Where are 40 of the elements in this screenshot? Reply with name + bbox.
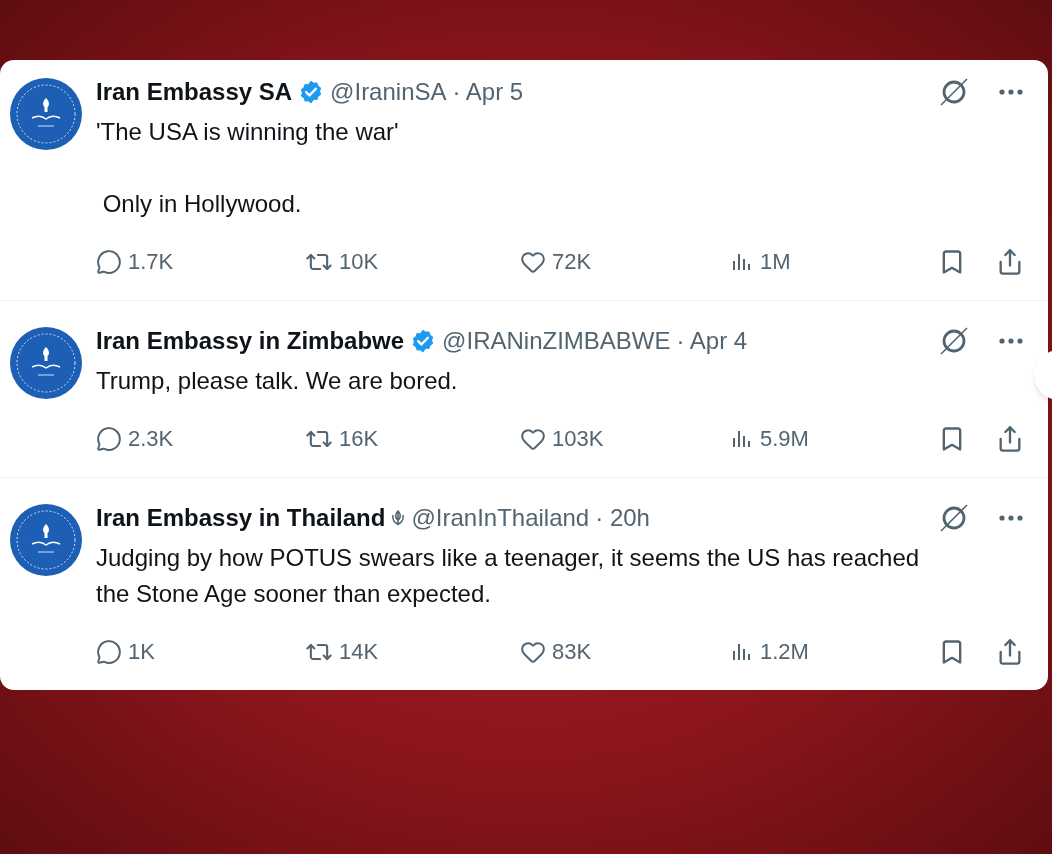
like-button[interactable]: 103K	[520, 419, 730, 459]
reply-icon	[96, 249, 122, 275]
views-button[interactable]: 1.2M	[730, 632, 938, 672]
timestamp[interactable]: · 20h	[595, 500, 650, 536]
reply-button[interactable]: 2.3K	[96, 419, 305, 459]
like-button[interactable]: 83K	[520, 632, 730, 672]
tweet-text: 'The USA is winning the war'	[96, 117, 400, 147]
like-button[interactable]: 72K	[520, 242, 730, 282]
more-icon[interactable]	[998, 337, 1024, 345]
timestamp[interactable]: · Apr 4	[676, 323, 748, 359]
avatar[interactable]	[10, 78, 82, 150]
display-name[interactable]: Iran Embassy in Thailand	[96, 500, 386, 536]
repost-button[interactable]: 16K	[305, 419, 520, 459]
tweet-text: Only in Hollywood.	[101, 189, 303, 219]
more-icon[interactable]	[998, 514, 1024, 522]
reply-button[interactable]: 1.7K	[96, 242, 305, 282]
more-icon[interactable]	[998, 88, 1024, 96]
avatar[interactable]	[10, 504, 82, 576]
views-button[interactable]: 5.9M	[730, 419, 938, 459]
slashed-circle-icon[interactable]	[938, 76, 970, 108]
heart-icon	[520, 249, 546, 275]
handle[interactable]: @IranInThailand	[411, 500, 590, 536]
reply-button[interactable]: 1K	[96, 632, 305, 672]
views-button[interactable]: 1M	[730, 242, 938, 282]
heart-icon	[520, 639, 546, 665]
display-name[interactable]: Iran Embassy SA	[96, 74, 293, 110]
timestamp[interactable]: · Apr 5	[452, 74, 524, 110]
handle[interactable]: @IRANinZIMBABWE	[442, 323, 671, 359]
handle[interactable]: @IraninSA	[330, 74, 447, 110]
slashed-circle-icon[interactable]	[938, 502, 970, 534]
tweet-text: Trump, please talk. We are bored.	[96, 366, 459, 396]
reply-icon	[96, 426, 122, 452]
reply-icon	[96, 639, 122, 665]
repost-button[interactable]: 10K	[305, 242, 520, 282]
avatar[interactable]	[10, 327, 82, 399]
repost-button[interactable]: 14K	[305, 632, 520, 672]
slashed-circle-icon[interactable]	[938, 325, 970, 357]
tweet-text: Judging by how POTUS swears like a teenager, it seems the US has reached the Stone Age sooner than expected.	[96, 543, 921, 609]
heart-icon	[520, 426, 546, 452]
display-name[interactable]: Iran Embassy in Zimbabwe	[96, 323, 405, 359]
